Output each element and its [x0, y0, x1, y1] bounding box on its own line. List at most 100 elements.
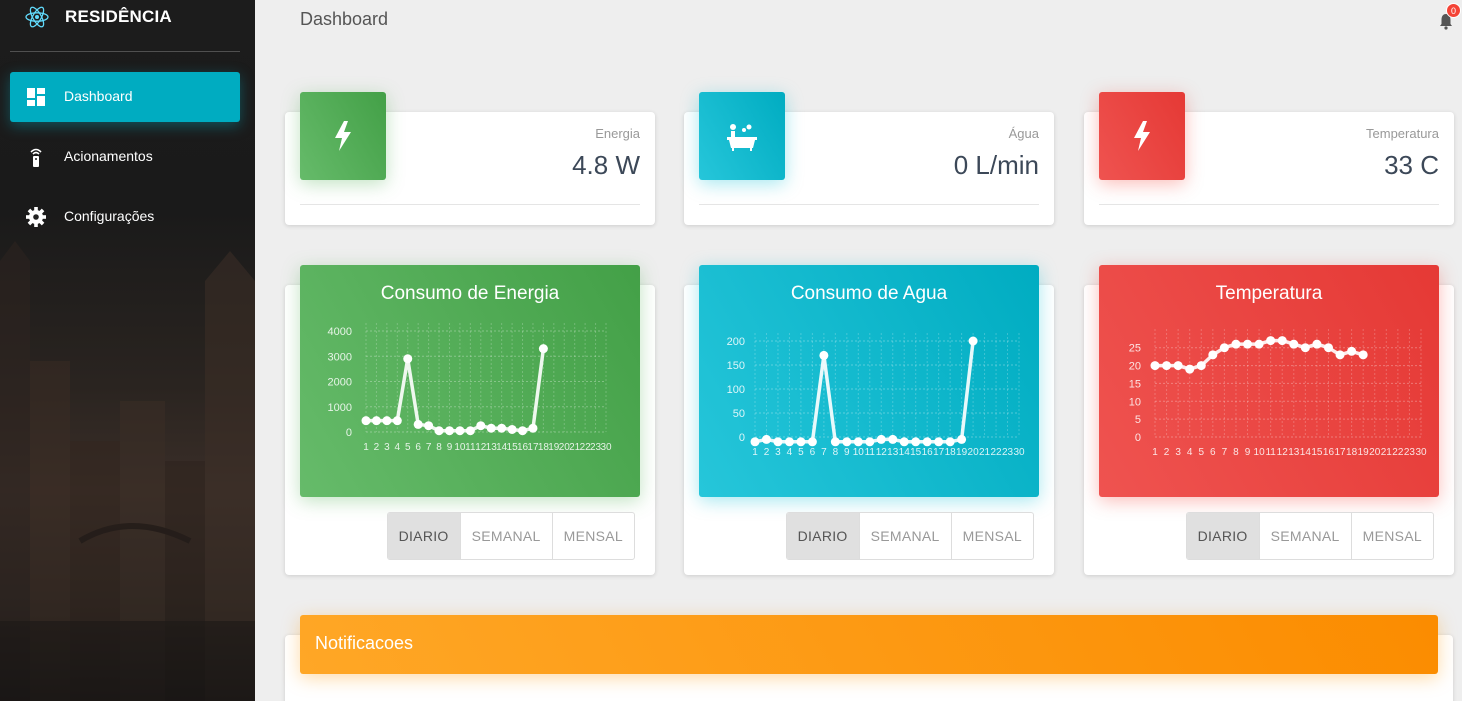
x-tick-label: 7 — [1222, 447, 1228, 458]
y-tick-label: 15 — [1129, 378, 1141, 390]
semanal-button[interactable]: SEMANAL — [1260, 513, 1352, 559]
lightning-icon — [1134, 121, 1150, 151]
period-button-group: DIARIO SEMANAL MENSAL — [1185, 512, 1434, 560]
x-tick-label: 17 — [933, 447, 945, 458]
period-button-group: DIARIO SEMANAL MENSAL — [785, 512, 1034, 560]
data-point — [538, 344, 548, 354]
x-tick-label: 15 — [910, 447, 922, 458]
sidebar-background-image — [0, 241, 255, 701]
brand-divider — [10, 51, 240, 52]
data-point — [486, 423, 496, 433]
data-point — [424, 421, 434, 431]
remote-icon — [30, 148, 42, 167]
data-point — [1162, 361, 1172, 371]
x-tick-label: 16 — [1323, 447, 1335, 458]
mensal-button[interactable]: MENSAL — [553, 513, 634, 559]
sidebar-item-label: Acionamentos — [64, 148, 153, 164]
data-point — [371, 416, 381, 426]
y-tick-label: 3000 — [328, 351, 352, 363]
x-tick-label: 2 — [764, 447, 770, 458]
data-point — [830, 437, 840, 447]
data-point — [1358, 350, 1368, 360]
sidebar-item-dashboard[interactable]: Dashboard — [10, 72, 240, 122]
chart-header: Consumo de Agua 0 50 100 150 200 1 2 3 4 5 6 7 8 9 10 1… — [699, 265, 1039, 497]
x-tick-label: 5 — [798, 447, 804, 458]
brand[interactable]: RESIDÊNCIA — [0, 0, 255, 52]
data-point — [1277, 336, 1287, 346]
period-button-group: DIARIO SEMANAL MENSAL — [386, 512, 635, 560]
y-tick-label: 1000 — [328, 402, 352, 414]
x-tick-label: 10 — [853, 447, 865, 458]
y-tick-label: 10 — [1129, 396, 1141, 408]
x-tick-label: 17 — [1334, 447, 1346, 458]
semanal-button[interactable]: SEMANAL — [860, 513, 952, 559]
x-tick-label: 14 — [899, 447, 911, 458]
stat-footer-divider — [300, 204, 640, 205]
x-tick-label: 30 — [600, 442, 612, 453]
diario-button[interactable]: DIARIO — [387, 513, 461, 559]
x-tick-label: 9 — [447, 442, 453, 453]
x-tick-label: 11 — [1265, 447, 1276, 458]
notification-badge: 0 — [1446, 3, 1461, 18]
x-tick-label: 8 — [1233, 447, 1239, 458]
x-tick-label: 22 — [990, 447, 1002, 458]
bathtub-icon — [727, 124, 757, 151]
x-tick-label: 1 — [752, 447, 758, 458]
data-point — [784, 437, 794, 447]
sidebar-item-label: Configurações — [64, 208, 155, 224]
data-point — [392, 416, 402, 426]
data-point — [1335, 350, 1345, 360]
x-tick-label: 1 — [363, 442, 369, 453]
semanal-button[interactable]: SEMANAL — [461, 513, 553, 559]
sidebar-item-configuracoes[interactable]: Configurações — [10, 192, 240, 242]
x-tick-label: 18 — [1346, 447, 1358, 458]
chart-card-energia: Consumo de Energia 0 1000 2000 3000 4000 1 2 3 4… — [285, 265, 655, 575]
stat-value: 0 L/min — [953, 150, 1039, 180]
stat-value: 33 C — [1384, 150, 1439, 180]
data-point — [968, 336, 978, 346]
energy-line-chart: 010002000300040001 2 3 4 5 6 7 8 9 10 11 12 13 14 15 16… — [328, 323, 612, 453]
x-tick-label: 21 — [1381, 447, 1393, 458]
data-point — [911, 437, 921, 447]
x-tick-label: 7 — [426, 442, 432, 453]
stat-icon-box — [1099, 92, 1185, 180]
data-point — [934, 437, 944, 447]
x-tick-label: 21 — [979, 447, 991, 458]
diario-button[interactable]: DIARIO — [786, 513, 860, 559]
data-point — [455, 426, 465, 436]
data-point — [1196, 361, 1206, 371]
x-tick-label: 4 — [395, 442, 401, 453]
x-tick-label: 22 — [1392, 447, 1404, 458]
x-tick-label: 10 — [1254, 447, 1266, 458]
diario-button[interactable]: DIARIO — [1186, 513, 1260, 559]
data-point — [945, 437, 955, 447]
data-point — [1219, 343, 1229, 353]
stat-icon-box — [300, 92, 386, 180]
x-tick-label: 9 — [1245, 447, 1251, 458]
data-point — [807, 437, 817, 447]
data-point — [403, 354, 413, 364]
x-tick-label: 4 — [1187, 447, 1193, 458]
chart-header: Temperatura 0 5 10 15 20 25 1 2 3 4 5 6 7 8 9 10 11 12 13 1… — [1099, 265, 1439, 497]
stat-card-energia: Energia 4.8 W — [285, 92, 655, 225]
x-tick-label: 5 — [1198, 447, 1204, 458]
data-point — [876, 434, 886, 444]
data-point — [528, 423, 538, 433]
mensal-button[interactable]: MENSAL — [1352, 513, 1433, 559]
data-point — [444, 426, 454, 436]
data-point — [1150, 361, 1160, 371]
x-tick-label: 8 — [436, 442, 442, 453]
series-line — [754, 340, 975, 444]
data-point — [1231, 339, 1241, 349]
x-tick-label: 30 — [1415, 447, 1427, 458]
y-tick-label: 0 — [346, 427, 352, 439]
data-point — [922, 437, 932, 447]
sidebar-item-acionamentos[interactable]: Acionamentos — [10, 132, 240, 182]
sidebar: RESIDÊNCIA Dashboard Acionamentos Config… — [0, 0, 255, 701]
mensal-button[interactable]: MENSAL — [952, 513, 1033, 559]
notifications-title: Notificacoes — [315, 633, 414, 653]
y-tick-label: 0 — [1135, 432, 1141, 444]
series-line — [366, 348, 546, 433]
data-point — [507, 424, 517, 434]
water-line-chart: 0501001502001 2 3 4 5 6 7 8 9 10 11 12 13 14 15 16 17 18 1… — [727, 333, 1025, 458]
